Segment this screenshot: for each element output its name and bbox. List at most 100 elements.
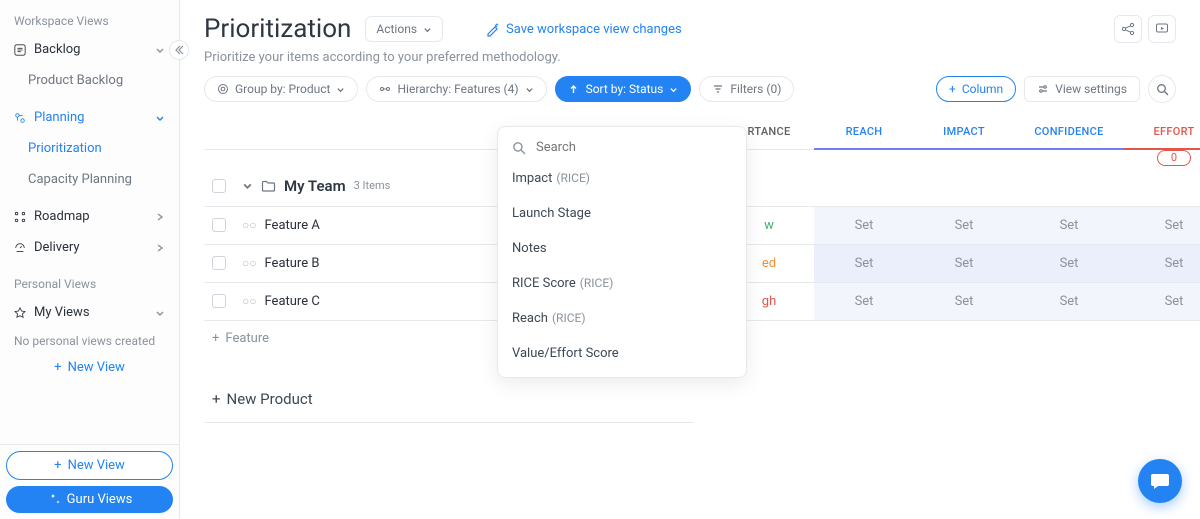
button-label: New View — [68, 458, 125, 473]
checkbox[interactable] — [212, 179, 226, 193]
set-confidence[interactable]: Set — [1060, 294, 1079, 309]
col-effort[interactable]: EFFORT — [1124, 115, 1200, 149]
chevron-down-icon — [155, 308, 165, 318]
set-confidence[interactable]: Set — [1060, 218, 1079, 233]
dropdown-item[interactable]: Impact(RICE) — [498, 164, 746, 196]
sidebar-section-workspace: Workspace Views — [4, 10, 175, 34]
new-view-button[interactable]: + New View — [6, 451, 173, 480]
row-name[interactable]: Feature C — [265, 294, 320, 309]
sidebar-item-label: Product Backlog — [28, 73, 123, 88]
priority-value: gh — [762, 294, 776, 309]
checkbox[interactable] — [212, 218, 226, 232]
plus-icon: + — [949, 82, 956, 96]
dropdown-item[interactable]: RICE Score(RICE) — [498, 266, 746, 301]
dropdown-item[interactable]: Launch Stage — [498, 196, 746, 231]
sidebar-item-delivery[interactable]: Delivery — [4, 232, 175, 263]
present-button[interactable] — [1148, 15, 1176, 43]
plus-icon: + — [212, 331, 219, 346]
filter-icon — [712, 83, 724, 95]
sidebar-new-view-link[interactable]: + New View — [4, 354, 175, 381]
pill-label: Sort by: Status — [586, 82, 664, 96]
set-confidence[interactable]: Set — [1060, 256, 1079, 271]
hierarchy-pill[interactable]: Hierarchy: Features (4) — [366, 76, 546, 102]
folder-icon — [261, 178, 276, 193]
filters-pill[interactable]: Filters (0) — [699, 76, 794, 102]
col-confidence[interactable]: CONFIDENCE — [1014, 115, 1124, 149]
set-effort[interactable]: Set — [1165, 256, 1184, 271]
roadmap-icon — [14, 211, 26, 223]
sidebar-item-backlog[interactable]: Backlog — [4, 34, 175, 65]
sidebar-item-planning[interactable]: Planning — [4, 102, 175, 133]
chevron-down-icon[interactable] — [242, 180, 253, 191]
guru-views-button[interactable]: Guru Views — [6, 486, 173, 513]
chevron-down-icon — [669, 85, 678, 94]
link-label: Save workspace view changes — [506, 22, 682, 37]
sidebar-item-prioritization[interactable]: Prioritization — [4, 133, 175, 164]
add-column-button[interactable]: + Column — [936, 76, 1016, 102]
row-name[interactable]: Feature B — [265, 256, 320, 271]
sidebar-item-roadmap[interactable]: Roadmap — [4, 201, 175, 232]
sort-by-pill[interactable]: Sort by: Status — [555, 76, 692, 102]
pill-label: Column — [962, 82, 1003, 96]
planning-icon — [14, 112, 26, 124]
set-impact[interactable]: Set — [955, 294, 974, 309]
delivery-icon — [14, 242, 26, 254]
row-name[interactable]: Feature A — [265, 218, 320, 233]
sidebar-item-myviews[interactable]: My Views — [4, 297, 175, 328]
col-impact[interactable]: IMPACT — [914, 115, 1014, 149]
col-reach[interactable]: REACH — [814, 115, 914, 149]
chevron-down-icon — [423, 25, 432, 34]
button-label: Actions — [376, 22, 417, 36]
target-icon — [217, 83, 229, 95]
view-settings-button[interactable]: View settings — [1024, 76, 1140, 102]
chevron-right-icon — [155, 243, 165, 253]
sidebar-item-label: New View — [68, 360, 125, 375]
set-reach[interactable]: Set — [855, 218, 874, 233]
set-reach[interactable]: Set — [855, 294, 874, 309]
chevron-right-icon — [155, 212, 165, 222]
plus-icon: + — [54, 360, 61, 375]
sidebar-item-label: Capacity Planning — [28, 172, 132, 187]
chevron-down-icon — [155, 45, 165, 55]
save-view-link[interactable]: Save workspace view changes — [485, 22, 682, 37]
set-impact[interactable]: Set — [955, 256, 974, 271]
add-product-row[interactable]: + New Product — [204, 376, 694, 423]
wand-icon — [485, 22, 500, 37]
sidebar-collapse[interactable] — [169, 40, 189, 60]
sidebar-section-personal: Personal Views — [4, 273, 175, 297]
set-effort[interactable]: Set — [1165, 218, 1184, 233]
group-title[interactable]: My Team — [284, 177, 346, 195]
sidebar-item-label: Roadmap — [34, 209, 147, 224]
add-label: New Product — [227, 390, 313, 408]
chat-launcher[interactable] — [1138, 459, 1182, 503]
search-button[interactable] — [1148, 75, 1176, 103]
pill-label: Filters (0) — [730, 82, 781, 96]
actions-menu[interactable]: Actions — [365, 16, 443, 42]
dropdown-search-input[interactable] — [534, 139, 732, 156]
settings-icon — [1037, 83, 1049, 95]
dropdown-item[interactable]: Value/Effort Score — [498, 336, 746, 371]
group-by-pill[interactable]: Group by: Product — [204, 76, 358, 102]
link-icon: ○○ — [242, 294, 257, 308]
sort-dropdown: Impact(RICE)Launch StageNotesRICE Score(… — [497, 126, 747, 378]
share-button[interactable] — [1114, 15, 1142, 43]
checkbox[interactable] — [212, 294, 226, 308]
sidebar-item-product-backlog[interactable]: Product Backlog — [4, 65, 175, 96]
sidebar-empty-msg: No personal views created — [4, 328, 175, 354]
checkbox[interactable] — [212, 256, 226, 270]
dropdown-item[interactable]: Notes — [498, 231, 746, 266]
toolbar: Group by: Product Hierarchy: Features (4… — [180, 75, 1200, 115]
sidebar: Workspace Views Backlog Product Backlog … — [0, 0, 180, 519]
list-icon — [14, 44, 26, 56]
hierarchy-icon — [379, 83, 391, 95]
set-effort[interactable]: Set — [1165, 294, 1184, 309]
search-icon — [1156, 83, 1169, 96]
pill-label: View settings — [1055, 82, 1127, 96]
set-reach[interactable]: Set — [855, 256, 874, 271]
pill-label: Hierarchy: Features (4) — [397, 82, 518, 96]
dropdown-item[interactable]: Reach(RICE) — [498, 301, 746, 336]
set-impact[interactable]: Set — [955, 218, 974, 233]
sidebar-item-label: Delivery — [34, 240, 147, 255]
sidebar-item-capacity[interactable]: Capacity Planning — [4, 164, 175, 195]
search-icon — [512, 141, 526, 155]
